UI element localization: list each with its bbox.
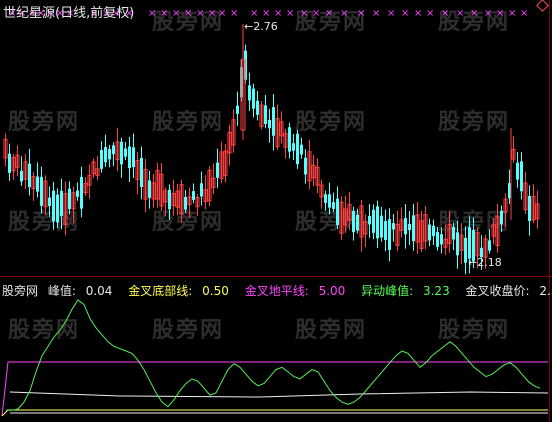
indicator-value: 3.23 <box>422 284 450 298</box>
low-price-value: 2.18 <box>477 256 502 269</box>
abnormal-peak-line <box>6 299 541 411</box>
chart-window[interactable]: 股旁网 股旁网 股旁网 股旁网 股旁网 股旁网 股旁网 股旁网 股旁网 股旁网 … <box>0 0 552 422</box>
indicator-value: 2.31 <box>539 284 552 298</box>
indicator-info-bar: 股旁网 峰值: 0.04 金叉底部线: 0.50 金叉地平线: 5.00 异动峰… <box>2 282 552 299</box>
close-line <box>9 391 549 398</box>
arrow-icon: ← <box>468 256 478 269</box>
stock-title: 世纪星源(日线,前复权) <box>3 6 135 21</box>
indicator-label: 金叉底部线: <box>128 284 193 298</box>
panel-divider[interactable] <box>0 276 552 277</box>
indicator-peak: 峰值: 0.04 <box>48 284 119 298</box>
indicator-label: 金叉地平线: <box>244 284 309 298</box>
indicator-value: 5.00 <box>318 284 346 298</box>
indicator-label: 金叉收盘价: <box>465 284 530 298</box>
indicator-label: 峰值: <box>47 284 76 298</box>
indicator-abnormal-peak: 异动峰值: 3.23 <box>361 284 456 298</box>
indicator-golden-close: 金叉收盘价: 2.31 <box>466 284 552 298</box>
indicator-panel[interactable] <box>0 0 552 422</box>
high-price-label: ←2.76 <box>244 20 278 33</box>
chart-frame-border <box>549 0 550 422</box>
low-price-label: ←2.18 <box>468 256 502 269</box>
indicator-golden-bottom: 金叉底部线: 0.50 <box>128 284 235 298</box>
indicator-name[interactable]: 股旁网 <box>2 284 38 298</box>
indicator-value: 0.04 <box>85 284 113 298</box>
indicator-golden-horizon: 金叉地平线: 5.00 <box>245 284 352 298</box>
arrow-icon: ← <box>244 20 254 33</box>
indicator-label: 异动峰值: <box>361 284 414 298</box>
high-price-value: 2.76 <box>253 20 278 33</box>
indicator-value: 0.50 <box>202 284 229 298</box>
